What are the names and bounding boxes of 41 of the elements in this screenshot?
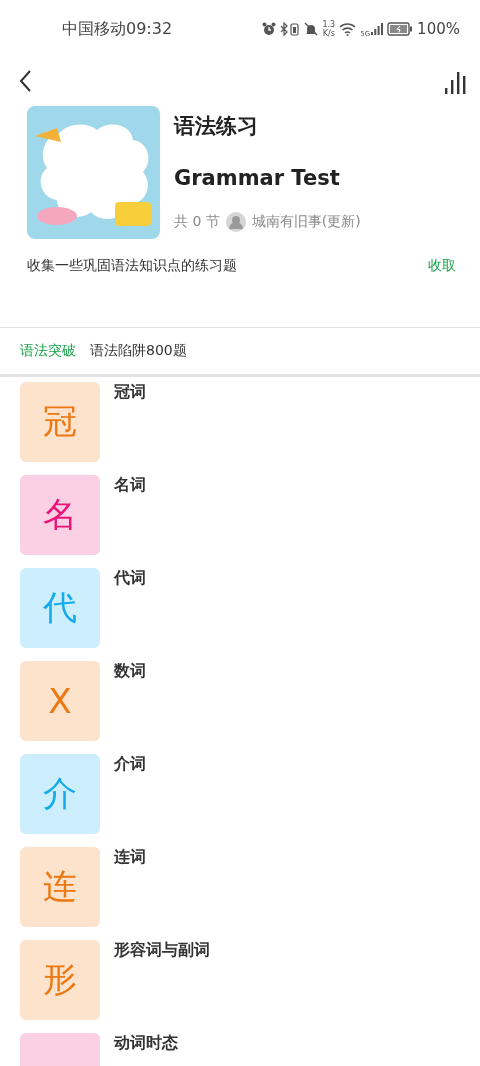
network-speed: 1.3 K/s [322, 20, 336, 38]
alarm-icon [262, 22, 277, 36]
author-name[interactable]: 城南有旧事(更新) [251, 213, 361, 231]
bluetooth-battery-icon [280, 22, 301, 36]
lesson-tile[interactable]: 冠 [20, 382, 100, 462]
battery-icon [387, 22, 414, 36]
lesson-name[interactable]: 冠词 [114, 382, 146, 462]
lesson-name[interactable]: 连词 [114, 847, 146, 927]
lesson-tile[interactable]: 介 [20, 754, 100, 834]
back-icon[interactable] [18, 69, 32, 93]
book-subtitle: Grammar Test [174, 166, 341, 192]
section-count: 共 0 节 [174, 213, 220, 231]
tab[interactable]: 语法陷阱800题 [90, 342, 187, 360]
tile-glyph: 形 [43, 958, 77, 1001]
tile-glyph: 代 [43, 586, 77, 629]
tile-glyph: 冠 [43, 400, 77, 443]
muted-bell-icon [304, 22, 319, 36]
book-title: 语法练习 [174, 113, 259, 140]
tile-glyph: X [48, 681, 72, 721]
lesson-tile[interactable]: 形 [20, 940, 100, 1020]
lesson-name[interactable]: 介词 [114, 754, 146, 834]
lesson-name[interactable]: 代词 [114, 568, 146, 648]
lesson-tile[interactable]: 连 [20, 847, 100, 927]
lesson-name[interactable]: 形容词与副词 [114, 940, 210, 1020]
book-description: 收集一些巩固语法知识点的练习题 [27, 257, 237, 275]
lesson-tile[interactable]: 名 [20, 475, 100, 555]
signal-icon [371, 23, 384, 35]
lesson-tile[interactable]: X [20, 661, 100, 741]
lesson-tile[interactable]: 代 [20, 568, 100, 648]
lesson-name[interactable]: 动词时态 [114, 1033, 178, 1066]
tile-glyph: 介 [43, 772, 77, 815]
battery-level: 100% [417, 20, 460, 38]
avatar-icon [225, 212, 246, 232]
wifi-icon [339, 22, 357, 36]
carrier-time: 中国移动09:32 [62, 18, 173, 40]
lesson-name[interactable]: 数词 [114, 661, 146, 741]
collapse-link[interactable]: 收取 [428, 257, 456, 275]
lesson-name[interactable]: 名词 [114, 475, 146, 555]
tab[interactable]: 语法突破 [20, 342, 76, 360]
tile-glyph: 连 [43, 865, 77, 908]
tile-glyph: 名 [43, 493, 77, 536]
